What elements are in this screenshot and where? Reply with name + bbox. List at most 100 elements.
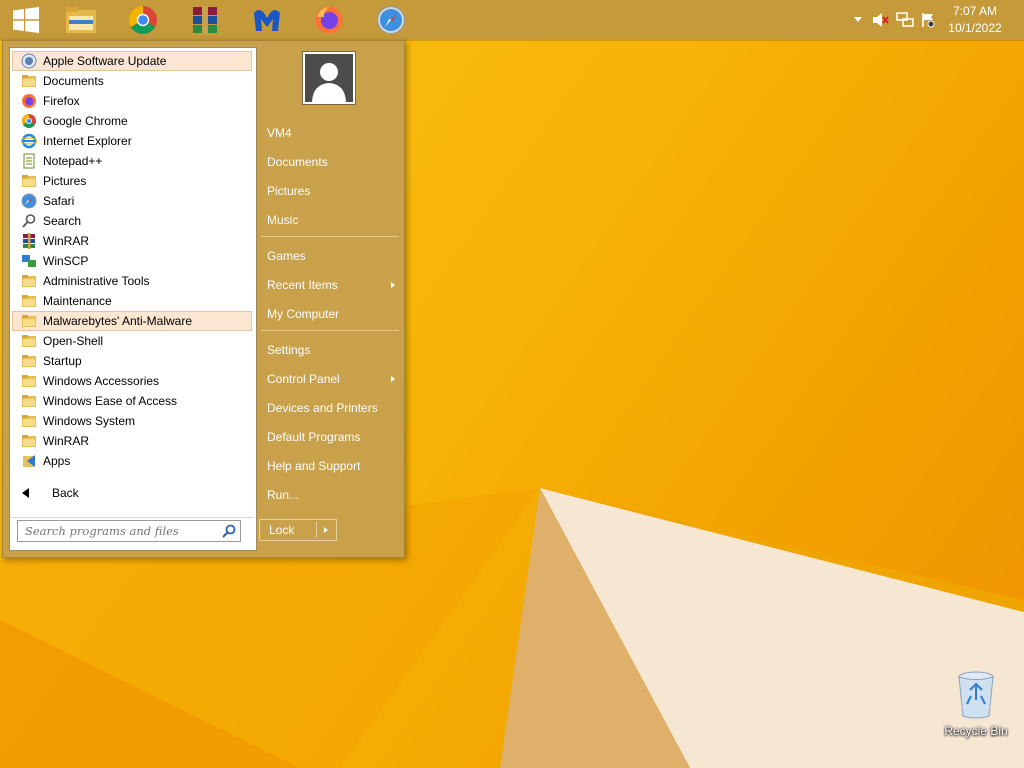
folder-icon: [21, 293, 37, 309]
user-silhouette-icon: [305, 54, 353, 102]
program-label: Documents: [43, 74, 104, 88]
program-item[interactable]: Windows Accessories: [12, 371, 252, 391]
folder-icon: [21, 273, 37, 289]
lock-options-arrow-icon[interactable]: [324, 527, 328, 533]
program-item[interactable]: Safari: [12, 191, 252, 211]
lock-label: Lock: [269, 523, 295, 537]
back-button[interactable]: Back: [12, 482, 252, 504]
program-label: WinRAR: [43, 434, 90, 448]
back-label: Back: [52, 486, 79, 500]
program-item[interactable]: Documents: [12, 71, 252, 91]
program-label: Apps: [43, 454, 71, 468]
show-hidden-icons-button[interactable]: [850, 12, 866, 28]
user-avatar[interactable]: [302, 51, 356, 105]
folder-icon: [21, 173, 37, 189]
windows-logo-icon: [13, 7, 39, 33]
menu-separator: [261, 236, 399, 237]
right-menu-label: Default Programs: [267, 430, 361, 444]
right-menu-label: Games: [267, 249, 306, 263]
programs-panel: Apple Software Update Documents Firefox Goo…: [9, 47, 257, 551]
malwarebytes-icon: [254, 10, 280, 31]
taskbar-malwarebytes[interactable]: [241, 2, 293, 38]
taskbar-file-explorer[interactable]: [55, 2, 107, 38]
start-button[interactable]: [0, 2, 52, 38]
program-item[interactable]: WinSCP: [12, 251, 252, 271]
program-label: WinSCP: [43, 254, 89, 268]
chrome-icon: [129, 6, 157, 34]
clock-date: 10/1/2022: [948, 21, 1002, 35]
recycle-bin[interactable]: Recycle Bin: [940, 670, 1012, 740]
safari-icon: [21, 193, 37, 209]
network-button[interactable]: [896, 11, 914, 29]
right-menu-item[interactable]: Music: [267, 209, 399, 231]
right-menu-item[interactable]: Recent Items: [267, 274, 399, 296]
folder-icon: [21, 313, 37, 329]
folder-icon: [21, 393, 37, 409]
right-menu-label: Help and Support: [267, 459, 361, 473]
right-menu-item[interactable]: Settings: [267, 339, 399, 361]
right-menu-item[interactable]: VM4: [267, 122, 399, 144]
folder-icon: [21, 73, 37, 89]
search-box[interactable]: [17, 520, 241, 542]
right-menu-item[interactable]: Run...: [267, 484, 399, 506]
program-item[interactable]: Maintenance: [12, 291, 252, 311]
program-label: Notepad++: [43, 154, 103, 168]
program-item[interactable]: Open-Shell: [12, 331, 252, 351]
program-item[interactable]: Windows Ease of Access: [12, 391, 252, 411]
search-icon[interactable]: [222, 524, 236, 538]
taskbar-winrar[interactable]: [179, 2, 231, 38]
right-menu-label: Control Panel: [267, 372, 340, 386]
program-label: Google Chrome: [43, 114, 128, 128]
folder-icon: [21, 333, 37, 349]
right-menu-label: Devices and Printers: [267, 401, 378, 415]
action-center-button[interactable]: [920, 11, 938, 29]
program-label: Startup: [43, 354, 82, 368]
right-menu-label: My Computer: [267, 307, 340, 321]
program-label: Search: [43, 214, 82, 228]
program-item[interactable]: Notepad++: [12, 151, 252, 171]
right-menu-item[interactable]: My Computer: [267, 303, 399, 325]
right-menu-item[interactable]: Games: [267, 245, 399, 267]
right-menu-item[interactable]: Default Programs: [267, 426, 399, 448]
program-item[interactable]: Search: [12, 211, 252, 231]
program-item[interactable]: Windows System: [12, 411, 252, 431]
submenu-arrow-icon: [391, 376, 395, 382]
program-label: Malwarebytes' Anti-Malware: [43, 314, 193, 328]
safari-icon: [377, 6, 405, 34]
program-item[interactable]: Google Chrome: [12, 111, 252, 131]
program-item[interactable]: Internet Explorer: [12, 131, 252, 151]
program-item[interactable]: Apple Software Update: [12, 51, 252, 71]
right-menu-item[interactable]: Help and Support: [267, 455, 399, 477]
winrar-icon: [193, 6, 217, 34]
program-item[interactable]: Startup: [12, 351, 252, 371]
right-menu-label: Settings: [267, 343, 311, 357]
back-arrow-icon: [22, 488, 29, 498]
program-item[interactable]: WinRAR: [12, 231, 252, 251]
program-label: Safari: [43, 194, 75, 208]
program-label: Windows Accessories: [43, 374, 160, 388]
chrome-icon: [21, 113, 37, 129]
right-menu-item[interactable]: Devices and Printers: [267, 397, 399, 419]
program-item[interactable]: Firefox: [12, 91, 252, 111]
program-label: WinRAR: [43, 234, 90, 248]
program-item[interactable]: WinRAR: [12, 431, 252, 451]
right-menu-item[interactable]: Pictures: [267, 180, 399, 202]
right-menu-item[interactable]: Documents: [267, 151, 399, 173]
firefox-icon: [21, 93, 37, 109]
recycle-bin-icon: [958, 671, 994, 719]
program-item[interactable]: Pictures: [12, 171, 252, 191]
lock-button[interactable]: Lock: [259, 519, 337, 541]
taskbar-clock[interactable]: 7:07 AM 10/1/2022: [940, 3, 1010, 37]
taskbar-firefox[interactable]: [303, 2, 355, 38]
search-input[interactable]: [18, 521, 223, 541]
notepad-icon: [21, 153, 37, 169]
program-item[interactable]: Administrative Tools: [12, 271, 252, 291]
system-tray: [850, 0, 938, 40]
winscp-icon: [21, 253, 37, 269]
program-item[interactable]: Malwarebytes' Anti-Malware: [12, 311, 252, 331]
taskbar-google-chrome[interactable]: [117, 2, 169, 38]
program-item[interactable]: Apps: [12, 451, 252, 471]
right-menu-item[interactable]: Control Panel: [267, 368, 399, 390]
taskbar-safari[interactable]: [365, 2, 417, 38]
volume-muted-button[interactable]: [872, 11, 890, 29]
